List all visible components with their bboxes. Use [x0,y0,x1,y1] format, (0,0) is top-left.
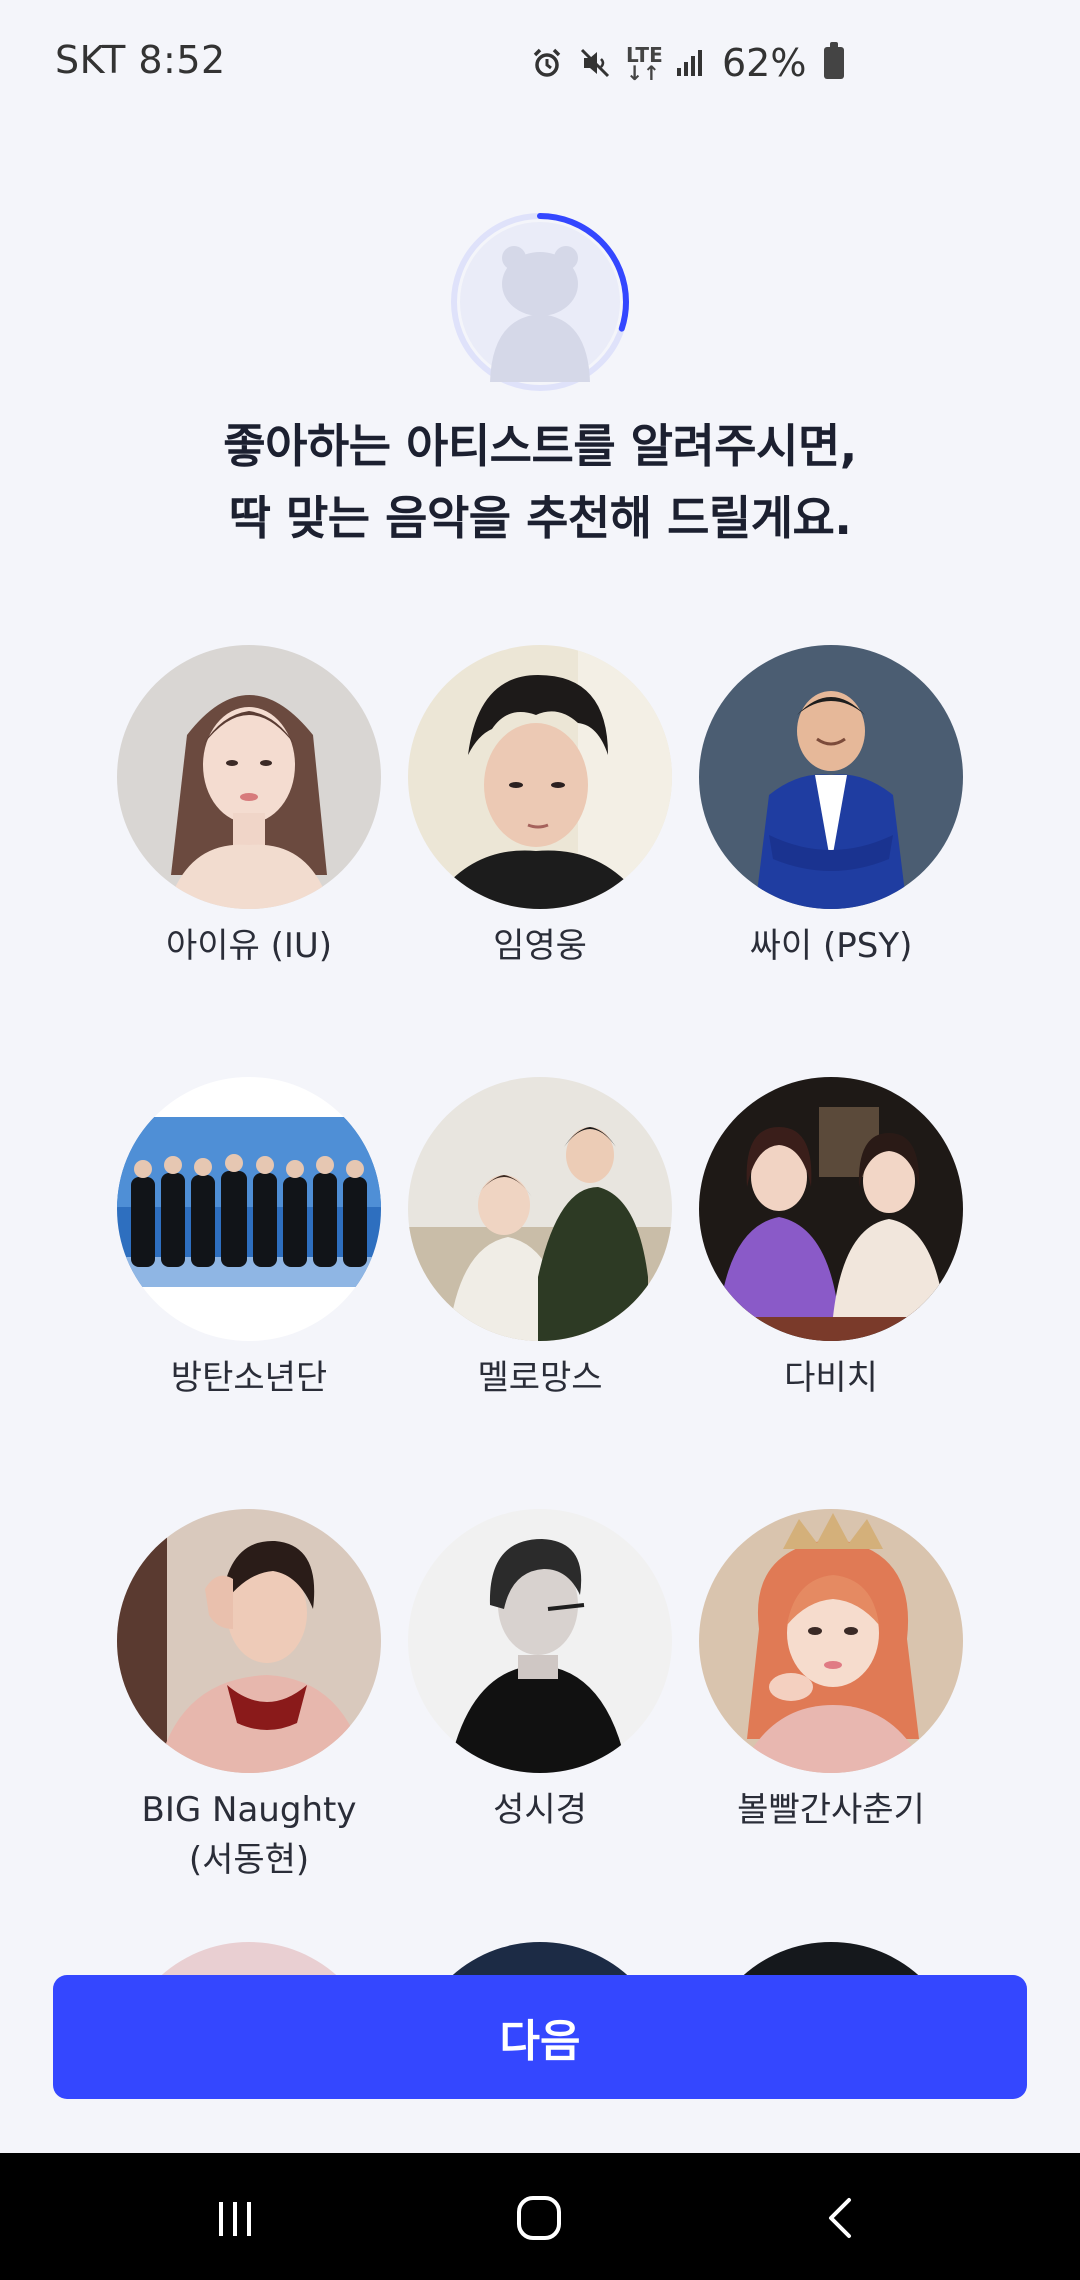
artist-card[interactable]: 멜로망스 [408,1077,672,1509]
artist-name: 임영웅 [493,926,587,966]
artist-name: 성시경 [493,1790,587,1830]
artist-name: 볼빨간사춘기 [737,1790,925,1830]
lte-icon: LTE ↓↑ [626,43,663,85]
carrier-time: SKT 8:52 [55,38,226,82]
artist-grid: 아이유 (IU) 임영웅 싸이 (PSY) 방탄소년단 멜로망스 다비치 BIG… [117,645,963,1941]
artist-name: 방탄소년단 [170,1358,328,1398]
battery-percent: 62% [722,41,807,85]
artist-card[interactable]: 성시경 [408,1509,672,1941]
artist-photo [699,1077,963,1341]
network-type: LTE [626,43,663,67]
headline-line-1: 좋아하는 아티스트를 알려주시면, [223,419,857,473]
artist-card[interactable]: 방탄소년단 [117,1077,381,1509]
artist-name: BIG Naughty (서동현) [141,1790,357,1880]
artist-photo [117,1509,381,1773]
home-button[interactable] [504,2183,574,2253]
alarm-icon [533,48,561,77]
artist-card[interactable]: BIG Naughty (서동현) [117,1509,381,1941]
back-button[interactable] [806,2183,876,2253]
signal-icon [677,50,702,76]
artist-photo [699,645,963,909]
artist-photo [117,1077,381,1341]
onboarding-headline: 좋아하는 아티스트를 알려주시면, 딱 맞는 음악을 추천해 드릴게요. [0,410,1080,554]
recent-apps-button[interactable] [200,2183,270,2253]
next-button[interactable]: 다음 [53,1975,1027,2099]
recent-apps-icon [219,2202,251,2236]
status-icons: LTE ↓↑ 62% [530,38,845,88]
artist-photo [408,645,672,909]
artist-photo [408,1509,672,1773]
artist-name: 다비치 [784,1358,878,1398]
navigation-bar [0,2153,1080,2280]
artist-card[interactable]: 임영웅 [408,645,672,1077]
artist-card[interactable]: 싸이 (PSY) [699,645,963,1077]
home-icon [517,2196,561,2240]
progress-avatar-icon [451,213,629,391]
artist-photo [699,1509,963,1773]
back-icon [829,2198,851,2238]
artist-card[interactable]: 다비치 [699,1077,963,1509]
headline-line-2: 딱 맞는 음악을 추천해 드릴게요. [228,491,852,545]
artist-photo [408,1077,672,1341]
artist-photo [117,645,381,909]
artist-name: 멜로망스 [477,1358,603,1398]
artist-name: 아이유 (IU) [165,926,333,966]
mute-icon [580,48,610,78]
artist-card[interactable]: 아이유 (IU) [117,645,381,1077]
artist-name: 싸이 (PSY) [749,926,913,966]
status-bar: SKT 8:52 LTE ↓↑ 62% [0,0,1080,130]
artist-card[interactable]: 볼빨간사춘기 [699,1509,963,1941]
battery-icon [824,42,845,79]
